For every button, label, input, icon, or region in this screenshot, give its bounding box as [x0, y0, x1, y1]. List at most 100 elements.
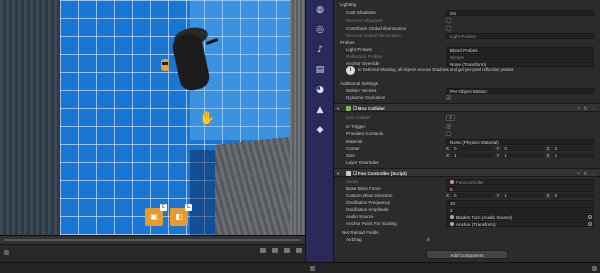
more-icon[interactable]: ⋮: [591, 104, 596, 113]
oscillation-amplitude-row: Oscillation Amplitude 2: [334, 206, 600, 213]
contribute-gi-row: Contribute Global Illumination: [334, 25, 600, 32]
timeline-settings-icon[interactable]: [4, 250, 9, 255]
receive-shadows-row: Receive Shadows: [334, 17, 600, 24]
layers-icon[interactable]: ▤: [313, 64, 327, 76]
lighting-header[interactable]: Lighting: [334, 1, 600, 8]
base-blow-force-field[interactable]: 8: [446, 185, 594, 192]
layer-overrides-label: Layer Overrides: [346, 160, 379, 165]
audio-source-value: Blades Turn (Audio Source): [456, 214, 513, 220]
deferred-info-box: i In Deferred Shading, all objects recei…: [344, 65, 594, 76]
help-icon[interactable]: ?: [577, 169, 580, 178]
audio-ref-icon: [450, 215, 454, 220]
anchor-point-value: Anchor (Transform): [456, 221, 496, 227]
center-z-field[interactable]: 0: [552, 145, 594, 151]
reflection-probes-dropdown[interactable]: Simple: [446, 53, 594, 60]
stone-wall-right: [290, 0, 305, 240]
globe-icon[interactable]: ◍: [313, 4, 327, 16]
layer-overrides-row[interactable]: Layer Overrides: [334, 159, 600, 166]
light-gizmo-icon[interactable]: ◧ L: [170, 204, 192, 226]
audio-source-label: Audio Source: [346, 214, 374, 219]
info-text: In Deferred Shading, all objects receive…: [358, 67, 515, 72]
edit-collider-button[interactable]: ⚠: [446, 114, 455, 121]
audio-icon[interactable]: [260, 248, 266, 253]
receive-gi-dropdown[interactable]: Light Probes: [446, 32, 594, 39]
grid-icon[interactable]: [296, 248, 302, 253]
air-drag-field[interactable]: 0: [424, 237, 594, 243]
timeline-track[interactable]: [4, 239, 301, 241]
box-collider-header[interactable]: ▾ ✓ Box Collider ? ⇅ ⋮: [334, 103, 600, 112]
transform-ref-icon: [450, 222, 454, 227]
camera-gizmo-icon[interactable]: ▣ C: [145, 204, 167, 226]
provides-contacts-label: Provides Contacts: [346, 131, 384, 136]
contribute-gi-checkbox[interactable]: [446, 25, 451, 31]
scene-view[interactable]: ✋ ▣ C ◧ L: [0, 0, 305, 262]
blow-dir-y-field[interactable]: 1: [502, 192, 544, 198]
box-collider-icon: [346, 106, 351, 111]
fan-object[interactable]: [168, 24, 219, 93]
fan-controller-enabled-checkbox[interactable]: ✓: [353, 171, 357, 176]
provides-contacts-checkbox[interactable]: [446, 130, 451, 136]
fold-arrow-icon[interactable]: ▾: [337, 104, 339, 113]
additional-settings-header[interactable]: Additional Settings: [334, 80, 600, 87]
gizmo-tag: L: [185, 204, 192, 211]
oscillation-frequency-row: Oscillation Frequency 10: [334, 199, 600, 206]
object-picker-icon[interactable]: [588, 222, 592, 226]
light-probes-dropdown[interactable]: Blend Probes: [446, 46, 594, 53]
blow-dir-x-field[interactable]: 0: [452, 192, 494, 198]
preset-icon[interactable]: ⇅: [584, 169, 588, 178]
is-trigger-checkbox[interactable]: ✓: [446, 123, 451, 129]
player-character[interactable]: [161, 59, 169, 71]
timeline-bar[interactable]: [0, 236, 305, 245]
fold-arrow-icon[interactable]: ▾: [337, 169, 339, 178]
size-x-field[interactable]: 1: [452, 152, 494, 158]
oscillation-amplitude-field[interactable]: 2: [446, 206, 594, 213]
mountain-icon[interactable]: ▲: [313, 104, 327, 116]
probes-header-label: Probes: [340, 40, 355, 45]
hand-cursor-icon: ✋: [199, 110, 216, 125]
script-label: Script: [346, 179, 358, 184]
material-field[interactable]: None (Physics Material): [446, 138, 594, 145]
fan-controller-title: Fan Controller (Script): [358, 171, 407, 176]
dynamic-occlusion-row: Dynamic Occlusion ✓: [334, 94, 600, 101]
center-y-field[interactable]: 0: [502, 145, 544, 151]
anchor-point-field[interactable]: Anchor (Transform): [446, 220, 594, 227]
oscillation-frequency-field[interactable]: 10: [446, 199, 594, 206]
center-x-field[interactable]: 0: [452, 145, 494, 151]
dynamic-occlusion-checkbox[interactable]: ✓: [446, 94, 451, 100]
add-component-button[interactable]: Add Component: [426, 250, 508, 259]
size-z-field[interactable]: 1: [552, 152, 594, 158]
ring-icon[interactable]: ◎: [313, 24, 327, 36]
receive-shadows-checkbox[interactable]: [446, 17, 451, 23]
cast-shadows-dropdown[interactable]: On: [446, 9, 594, 16]
script-value: FanController: [456, 179, 484, 185]
audio-source-field[interactable]: Blades Turn (Audio Source): [446, 213, 594, 220]
custom-blow-direction-row: Custom Blow Direction X0 Y1 Z0: [334, 192, 600, 199]
camera-icon[interactable]: [272, 248, 278, 253]
motion-vectors-dropdown[interactable]: Per Object Motion: [446, 87, 594, 94]
net-reload-fields-row[interactable]: Net Reload Fields: [334, 229, 600, 236]
gizmo-tag: C: [160, 204, 167, 211]
cat-icon[interactable]: ◕: [313, 84, 327, 96]
size-y-field[interactable]: 1: [502, 152, 544, 158]
oscillation-amplitude-label: Oscillation Amplitude: [346, 207, 389, 212]
status-icon[interactable]: [592, 266, 597, 271]
gizmo-icon[interactable]: [284, 248, 290, 253]
probes-header[interactable]: Probes: [334, 39, 600, 46]
more-icon[interactable]: ⋮: [591, 169, 596, 178]
cube-edit-icon[interactable]: ◆: [313, 124, 327, 136]
status-bar: [0, 262, 600, 273]
anchor-point-row: Anchor Point For Scaling Anchor (Transfo…: [334, 220, 600, 227]
music-icon[interactable]: ♪: [313, 44, 327, 56]
vertical-toolbar: ◍ ◎ ♪ ▤ ◕ ▲ ◆: [305, 0, 334, 262]
timeline-panel: [0, 235, 305, 262]
receive-shadows-label: Receive Shadows: [346, 18, 383, 23]
box-collider-enabled-checkbox[interactable]: ✓: [353, 106, 357, 111]
center-row: Center X0 Y0 Z0: [334, 145, 600, 152]
fan-controller-header[interactable]: ▾ ✓ Fan Controller (Script) ? ⇅ ⋮: [334, 168, 600, 177]
help-icon[interactable]: ?: [577, 104, 580, 113]
preset-icon[interactable]: ⇅: [584, 104, 588, 113]
reflection-probes-label: Reflection Probes: [346, 54, 383, 59]
blow-dir-z-field[interactable]: 0: [552, 192, 594, 198]
object-picker-icon[interactable]: [588, 215, 592, 219]
status-icon[interactable]: [310, 266, 315, 271]
